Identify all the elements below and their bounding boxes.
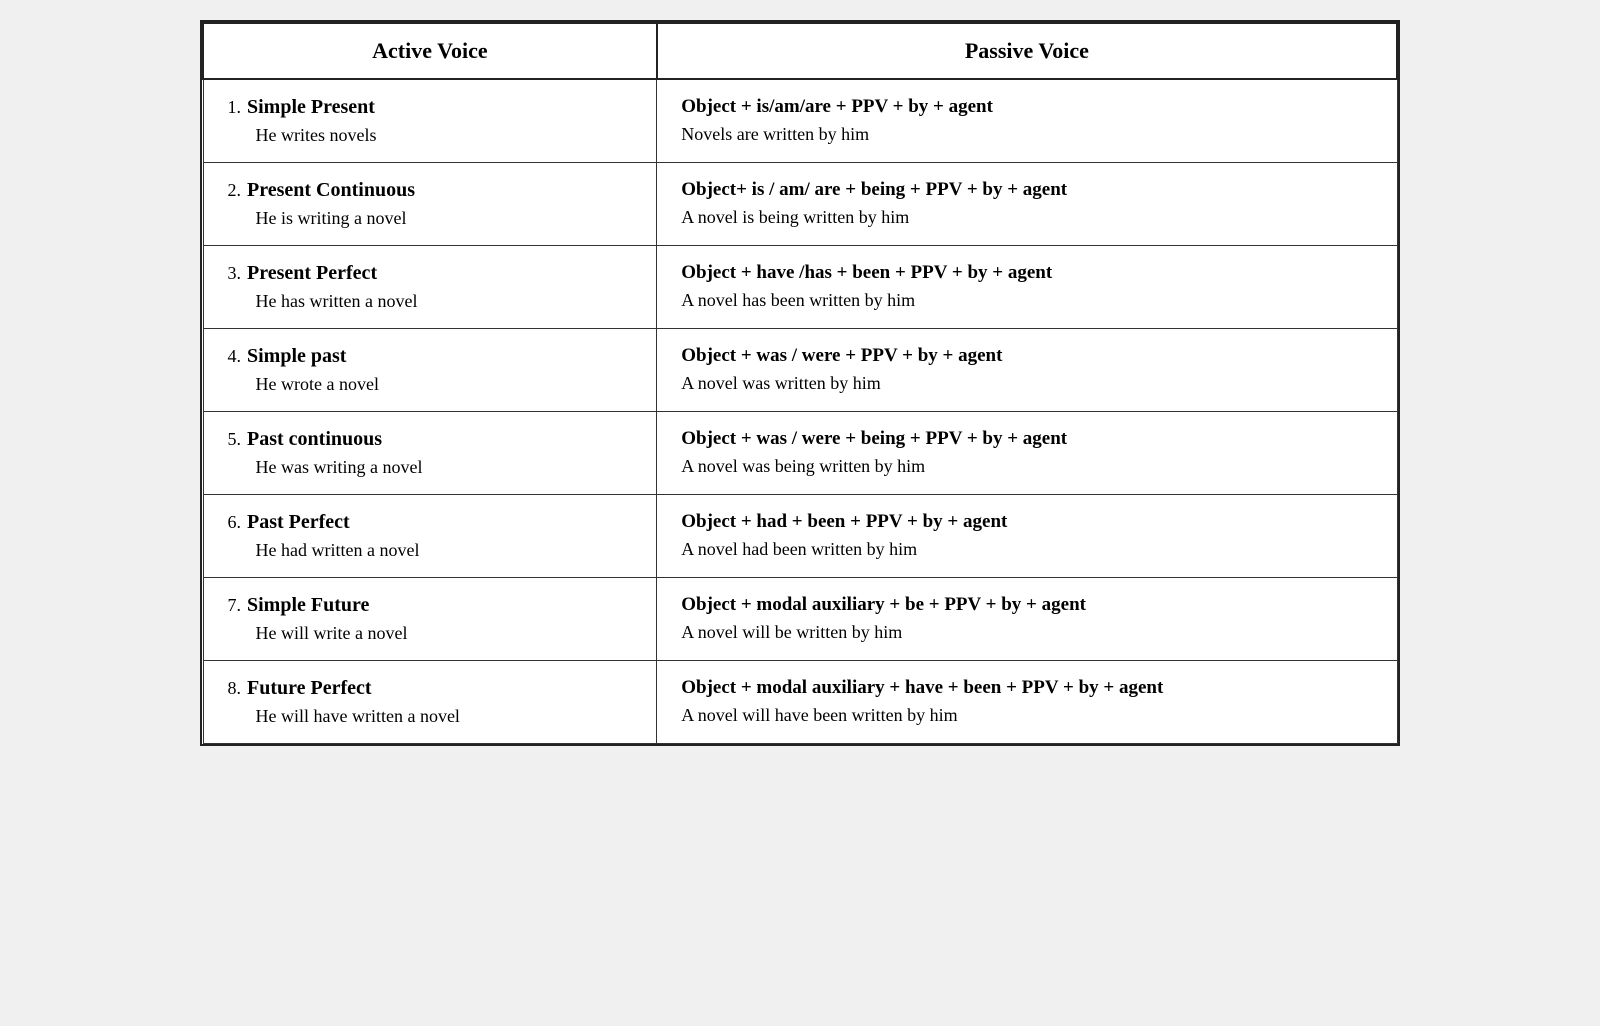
tense-name-3: Present Perfect (247, 262, 377, 285)
passive-voice-header: Passive Voice (657, 23, 1397, 79)
passive-formula-6: Object + had + been + PPV + by + agent (681, 511, 1372, 533)
passive-example-4: A novel was written by him (681, 373, 1372, 394)
active-example-3: He has written a novel (256, 291, 633, 312)
passive-example-1: Novels are written by him (681, 124, 1372, 145)
grammar-table: Active Voice Passive Voice 1.Simple Pres… (200, 20, 1400, 746)
row-number-3: 3. (228, 263, 242, 284)
row-number-2: 2. (228, 180, 242, 201)
passive-formula-1: Object + is/am/are + PPV + by + agent (681, 96, 1372, 118)
passive-formula-4: Object + was / were + PPV + by + agent (681, 345, 1372, 367)
row-number-7: 7. (228, 595, 242, 616)
row-number-1: 1. (228, 97, 242, 118)
passive-example-5: A novel was being written by him (681, 456, 1372, 477)
passive-formula-2: Object+ is / am/ are + being + PPV + by … (681, 179, 1372, 201)
passive-cell-3: Object + have /has + been + PPV + by + a… (657, 246, 1397, 329)
active-cell-6: 6.Past Perfect He had written a novel (203, 495, 657, 578)
row-number-8: 8. (228, 678, 242, 699)
passive-example-3: A novel has been written by him (681, 290, 1372, 311)
active-cell-7: 7.Simple Future He will write a novel (203, 578, 657, 661)
active-cell-1: 1.Simple Present He writes novels (203, 79, 657, 163)
active-example-4: He wrote a novel (256, 374, 633, 395)
active-example-6: He had written a novel (256, 540, 633, 561)
active-cell-2: 2.Present Continuous He is writing a nove… (203, 163, 657, 246)
tense-name-8: Future Perfect (247, 677, 372, 700)
passive-formula-7: Object + modal auxiliary + be + PPV + by… (681, 594, 1372, 616)
passive-cell-4: Object + was / were + PPV + by + agent A … (657, 329, 1397, 412)
passive-cell-6: Object + had + been + PPV + by + agent A … (657, 495, 1397, 578)
active-example-7: He will write a novel (256, 623, 633, 644)
row-number-5: 5. (228, 429, 242, 450)
passive-formula-8: Object + modal auxiliary + have + been +… (681, 677, 1372, 699)
row-number-4: 4. (228, 346, 242, 367)
active-voice-header: Active Voice (203, 23, 657, 79)
active-cell-3: 3.Present Perfect He has written a novel (203, 246, 657, 329)
active-cell-5: 5.Past continuous He was writing a novel (203, 412, 657, 495)
passive-cell-8: Object + modal auxiliary + have + been +… (657, 661, 1397, 744)
passive-example-2: A novel is being written by him (681, 207, 1372, 228)
passive-cell-2: Object+ is / am/ are + being + PPV + by … (657, 163, 1397, 246)
passive-formula-5: Object + was / were + being + PPV + by +… (681, 428, 1372, 450)
active-example-1: He writes novels (256, 125, 633, 146)
tense-name-7: Simple Future (247, 594, 369, 617)
tense-name-2: Present Continuous (247, 179, 415, 202)
passive-cell-1: Object + is/am/are + PPV + by + agent Nov… (657, 79, 1397, 163)
passive-example-7: A novel will be written by him (681, 622, 1372, 643)
tense-name-5: Past continuous (247, 428, 382, 451)
passive-example-6: A novel had been written by him (681, 539, 1372, 560)
passive-example-8: A novel will have been written by him (681, 705, 1372, 726)
tense-name-4: Simple past (247, 345, 346, 368)
tense-name-1: Simple Present (247, 96, 375, 119)
passive-formula-3: Object + have /has + been + PPV + by + a… (681, 262, 1372, 284)
active-cell-8: 8.Future Perfect He will have written a n… (203, 661, 657, 744)
active-example-5: He was writing a novel (256, 457, 633, 478)
tense-name-6: Past Perfect (247, 511, 350, 534)
passive-cell-7: Object + modal auxiliary + be + PPV + by… (657, 578, 1397, 661)
passive-cell-5: Object + was / were + being + PPV + by +… (657, 412, 1397, 495)
active-cell-4: 4.Simple past He wrote a novel (203, 329, 657, 412)
row-number-6: 6. (228, 512, 242, 533)
active-example-8: He will have written a novel (256, 706, 633, 727)
active-example-2: He is writing a novel (256, 208, 633, 229)
